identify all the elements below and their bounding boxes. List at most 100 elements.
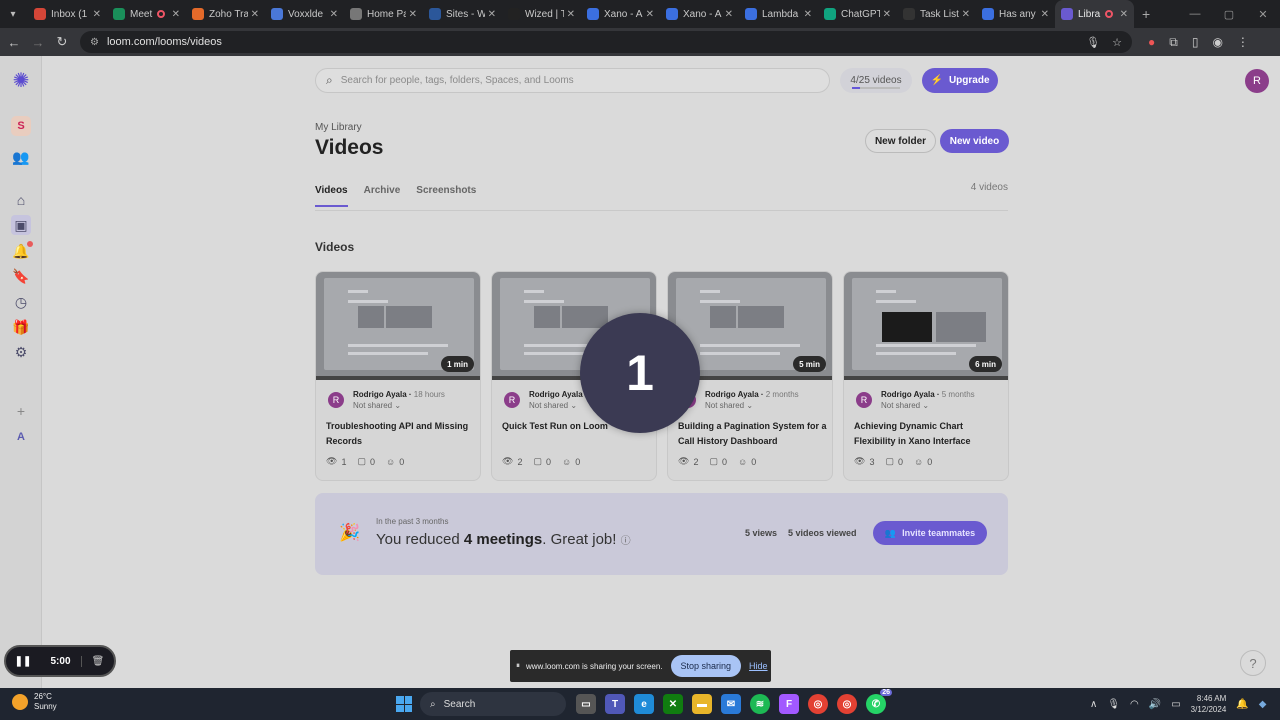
- close-tab-icon[interactable]: ✕: [93, 9, 101, 20]
- tab-archive[interactable]: Archive: [364, 185, 401, 207]
- close-tab-icon[interactable]: ✕: [409, 9, 417, 20]
- tray-overflow-icon[interactable]: ∧: [1090, 699, 1097, 710]
- windows-start-icon[interactable]: [396, 696, 412, 712]
- reload-icon[interactable]: ↻: [50, 34, 74, 50]
- spotify-icon[interactable]: ≋: [750, 694, 770, 714]
- library-icon[interactable]: ▣: [11, 215, 31, 235]
- video-card[interactable]: 6 min R Rodrigo Ayala · 5 months Not sha…: [843, 271, 1009, 481]
- minimize-icon[interactable]: —: [1178, 8, 1212, 20]
- members-icon[interactable]: 👥: [11, 147, 31, 167]
- upgrade-button[interactable]: ⚡ Upgrade: [922, 68, 998, 93]
- close-tab-icon[interactable]: ✕: [1120, 9, 1128, 20]
- url-field[interactable]: ⚙ loom.com/looms/videos 🎙 ☆: [80, 31, 1132, 53]
- tab-videos[interactable]: Videos: [315, 185, 348, 207]
- new-video-button[interactable]: New video: [940, 129, 1009, 153]
- video-title[interactable]: Building a Pagination System for a Call …: [678, 419, 828, 449]
- close-tab-icon[interactable]: ✕: [172, 9, 180, 20]
- help-button[interactable]: ?: [1240, 650, 1266, 676]
- drag-handle-icon[interactable]: ⏸: [516, 661, 520, 671]
- close-tab-icon[interactable]: ✕: [883, 9, 891, 20]
- close-tab-icon[interactable]: ✕: [251, 9, 259, 20]
- weather-widget[interactable]: 26°C Sunny: [12, 692, 57, 712]
- file-explorer-icon[interactable]: ▭: [576, 694, 596, 714]
- search-input[interactable]: ⌕ Search for people, tags, folders, Spac…: [315, 68, 830, 93]
- browser-tab[interactable]: Libra ✕: [1055, 0, 1134, 28]
- pause-icon[interactable]: ❚❚: [6, 656, 40, 667]
- space-a-icon[interactable]: A: [11, 427, 31, 447]
- profile-icon[interactable]: ◉: [1212, 35, 1222, 49]
- browser-tab[interactable]: Inbox (1 ✕: [28, 0, 107, 28]
- clock[interactable]: 8:46 AM 3/12/2024: [1191, 693, 1227, 715]
- chrome-profile-icon[interactable]: ◎: [837, 694, 857, 714]
- new-folder-button[interactable]: New folder: [865, 129, 936, 153]
- volume-icon[interactable]: 🔊: [1149, 699, 1161, 710]
- site-info-icon[interactable]: ⚙: [90, 37, 99, 48]
- browser-tab[interactable]: Xano - A ✕: [660, 0, 739, 28]
- video-title[interactable]: Achieving Dynamic Chart Flexibility in X…: [854, 419, 1004, 449]
- history-icon[interactable]: ◷: [11, 292, 31, 312]
- browser-tab[interactable]: Xano - A ✕: [581, 0, 660, 28]
- browser-tab[interactable]: Zoho Tra ✕: [186, 0, 265, 28]
- user-avatar[interactable]: R: [1245, 69, 1269, 93]
- hide-link[interactable]: Hide: [749, 661, 768, 671]
- share-status[interactable]: Not shared ⌄: [705, 401, 799, 410]
- copilot-icon[interactable]: ◆: [1259, 699, 1267, 710]
- browser-tab[interactable]: Lambda ✕: [739, 0, 818, 28]
- share-status[interactable]: Not shared ⌄: [353, 401, 445, 410]
- stop-sharing-button[interactable]: Stop sharing: [670, 655, 742, 677]
- bookmark-icon[interactable]: 🔖: [11, 266, 31, 286]
- back-icon[interactable]: ←: [2, 35, 26, 50]
- close-tab-icon[interactable]: ✕: [330, 9, 338, 20]
- maximize-icon[interactable]: ▢: [1212, 8, 1246, 21]
- video-title[interactable]: Troubleshooting API and Missing Records: [326, 419, 476, 449]
- chrome-icon[interactable]: ◎: [808, 694, 828, 714]
- tab-search-icon[interactable]: ▾: [4, 5, 22, 23]
- new-tab-button[interactable]: +: [1142, 6, 1150, 22]
- mail-icon[interactable]: ✉: [721, 694, 741, 714]
- xbox-icon[interactable]: ✕: [663, 694, 683, 714]
- invite-teammates-button[interactable]: 👥 Invite teammates: [873, 521, 987, 545]
- edge-icon[interactable]: e: [634, 694, 654, 714]
- wifi-icon[interactable]: ◠: [1130, 699, 1139, 710]
- notifications-bell-icon[interactable]: 🔔: [1236, 699, 1248, 710]
- add-space-icon[interactable]: +: [11, 401, 31, 421]
- close-tab-icon[interactable]: ✕: [488, 9, 496, 20]
- teams-icon[interactable]: T: [605, 694, 625, 714]
- loom-logo-icon[interactable]: ✺: [11, 70, 31, 92]
- share-status[interactable]: Not shared ⌄: [881, 401, 975, 410]
- home-icon[interactable]: ⌂: [11, 190, 31, 210]
- browser-tab[interactable]: Voxxlde ✕: [265, 0, 344, 28]
- workspace-avatar[interactable]: S: [11, 116, 31, 136]
- microphone-icon[interactable]: 🎙: [1086, 36, 1100, 49]
- delete-recording-icon[interactable]: 🗑: [82, 656, 114, 667]
- browser-tab[interactable]: Has any ✕: [976, 0, 1055, 28]
- browser-tab[interactable]: Meet ✕: [107, 0, 186, 28]
- side-panel-icon[interactable]: ▯: [1192, 35, 1199, 49]
- close-tab-icon[interactable]: ✕: [646, 9, 654, 20]
- figma-icon[interactable]: F: [779, 694, 799, 714]
- browser-tab[interactable]: Wized | T ✕: [502, 0, 581, 28]
- taskbar-search[interactable]: ⌕ Search: [420, 692, 566, 716]
- video-card[interactable]: 1 min R Rodrigo Ayala · 18 hours Not sha…: [315, 271, 481, 481]
- close-window-icon[interactable]: ✕: [1246, 8, 1280, 21]
- browser-tab[interactable]: Task List ✕: [897, 0, 976, 28]
- browser-tab[interactable]: Sites - W ✕: [423, 0, 502, 28]
- gift-icon[interactable]: 🎁: [11, 317, 31, 337]
- close-tab-icon[interactable]: ✕: [567, 9, 575, 20]
- tray-mic-icon[interactable]: 🎙: [1107, 699, 1120, 710]
- tab-screenshots[interactable]: Screenshots: [416, 185, 476, 207]
- info-icon[interactable]: ⓘ: [621, 536, 631, 547]
- close-tab-icon[interactable]: ✕: [962, 9, 970, 20]
- share-status[interactable]: Not shared ⌄: [529, 401, 583, 410]
- whatsapp-icon[interactable]: ✆ 26: [866, 689, 892, 714]
- folder-icon[interactable]: ▬: [692, 694, 712, 714]
- close-tab-icon[interactable]: ✕: [1041, 9, 1049, 20]
- loom-extension-icon[interactable]: ●: [1148, 35, 1155, 49]
- forward-icon[interactable]: →: [26, 35, 50, 50]
- bookmark-star-icon[interactable]: ☆: [1112, 36, 1122, 49]
- browser-menu-icon[interactable]: ⋮: [1237, 35, 1249, 49]
- battery-icon[interactable]: ▭: [1171, 699, 1180, 710]
- close-tab-icon[interactable]: ✕: [804, 9, 812, 20]
- settings-gear-icon[interactable]: ⚙: [11, 342, 31, 362]
- extensions-icon[interactable]: ⧉: [1169, 35, 1178, 50]
